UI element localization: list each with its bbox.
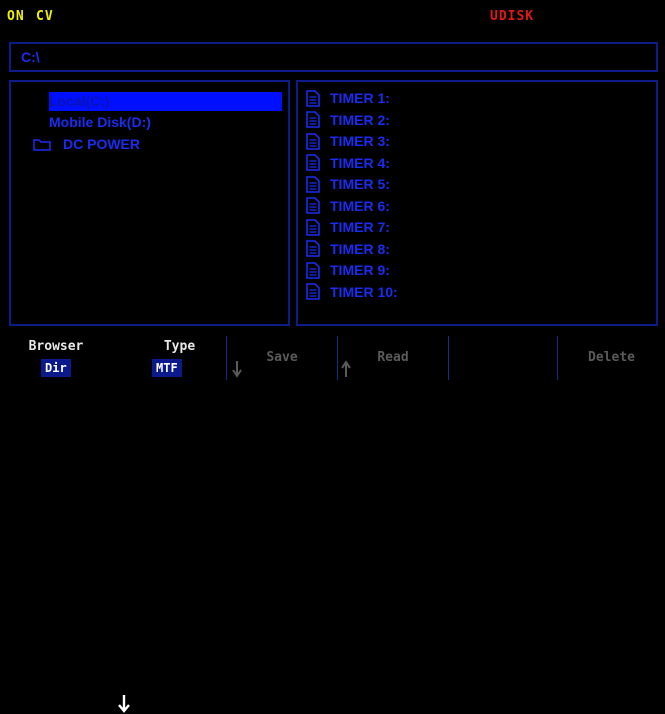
file-item[interactable]: TIMER 5: [306, 174, 390, 194]
save-softkey[interactable]: Save [227, 334, 337, 381]
file-label: TIMER 4: [330, 154, 390, 171]
type-label: Type [163, 339, 196, 354]
file-label: TIMER 7: [330, 219, 390, 235]
file-label: TIMER 8: [330, 240, 390, 257]
status-bar: ON CV UDISK [0, 0, 665, 34]
file-item[interactable]: TIMER 7: [306, 217, 390, 237]
file-item[interactable]: TIMER 10: [306, 282, 398, 302]
output-status: ON [7, 9, 25, 24]
document-icon [306, 111, 320, 128]
read-softkey[interactable]: Read [338, 334, 448, 381]
file-label: TIMER 9: [330, 262, 390, 278]
file-list-panel[interactable]: TIMER 1: TIMER 2: TIMER 3: TIMER 4: TIMER 5:… [296, 80, 658, 326]
file-item[interactable]: TIMER 9: [306, 260, 390, 280]
document-icon [306, 197, 320, 214]
browser-value: Dir [41, 359, 71, 377]
browser-softkey[interactable]: Browser Dir [0, 334, 112, 381]
file-item[interactable]: TIMER 1: [306, 88, 390, 108]
folder-icon [33, 139, 51, 151]
document-icon [306, 218, 320, 236]
document-icon [306, 261, 320, 279]
file-item[interactable]: TIMER 3: [306, 131, 390, 151]
file-item[interactable]: TIMER 8: [306, 239, 390, 259]
document-icon [306, 132, 320, 150]
type-value: MTF [152, 359, 182, 377]
tree-item-label: DC POWER [63, 136, 140, 152]
document-icon [306, 154, 320, 171]
file-item[interactable]: TIMER 2: [306, 110, 390, 130]
file-label: TIMER 6: [330, 197, 390, 214]
tree-item-local-c[interactable]: Local(C:) [49, 92, 282, 111]
file-label: TIMER 3: [330, 133, 390, 149]
document-icon [306, 175, 320, 193]
file-item[interactable]: TIMER 4: [306, 153, 390, 173]
tree-item-label: Local(C:) [49, 93, 110, 109]
save-label: Save [266, 350, 298, 365]
storage-status: UDISK [490, 9, 535, 24]
file-label: TIMER 5: [330, 176, 390, 192]
document-icon [306, 283, 320, 300]
mode-status: CV [36, 9, 54, 24]
path-bar: C:\ [9, 42, 658, 72]
file-label: TIMER 1: [330, 90, 390, 106]
document-icon [306, 240, 320, 257]
arrow-down-icon [118, 695, 130, 713]
tree-item-label: Mobile Disk(D:) [49, 114, 151, 130]
document-icon [306, 89, 320, 107]
file-label: TIMER 10: [330, 283, 398, 300]
tree-item-mobile-disk[interactable]: Mobile Disk(D:) [49, 113, 151, 132]
type-softkey[interactable]: Type MTF [112, 334, 227, 381]
file-label: TIMER 2: [330, 111, 390, 128]
delete-label: Delete [588, 350, 635, 365]
softkey-bar: Browser Dir Type MTF Save Read Delete [0, 334, 665, 713]
directory-tree-panel[interactable]: Local(C:) Mobile Disk(D:) DC POWER [9, 80, 290, 326]
file-item[interactable]: TIMER 6: [306, 196, 390, 216]
delete-softkey[interactable]: Delete [558, 334, 665, 381]
read-label: Read [377, 350, 409, 365]
current-path: C:\ [21, 49, 40, 65]
tree-item-dc-power[interactable]: DC POWER [33, 135, 140, 154]
empty-softkey[interactable] [449, 334, 557, 381]
browser-label: Browser [28, 339, 84, 354]
